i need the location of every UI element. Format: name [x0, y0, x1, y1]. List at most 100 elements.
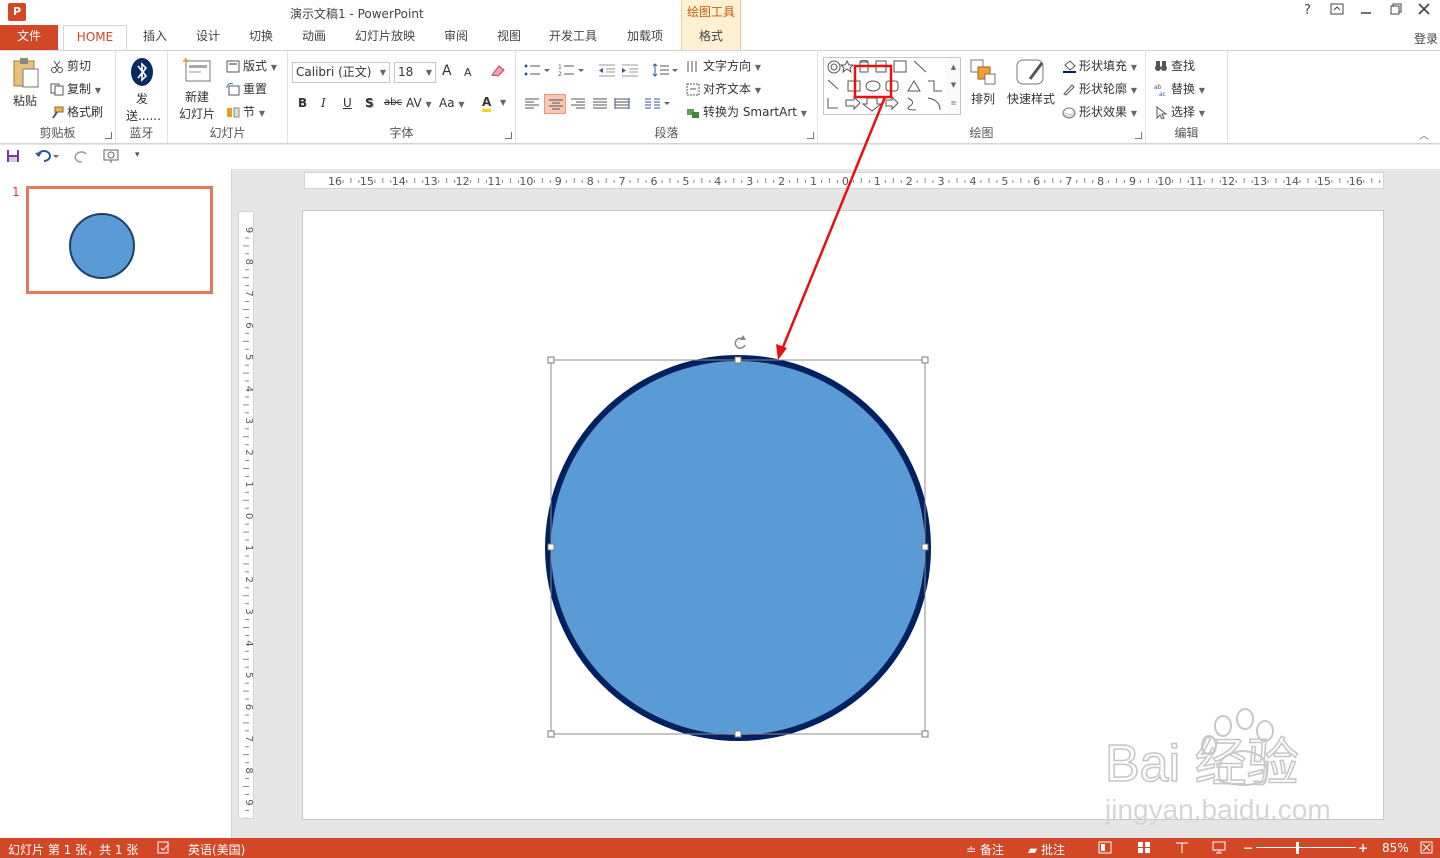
slideshow-from-start-icon[interactable]: [102, 148, 122, 167]
notes-button[interactable]: ≐ 备注: [966, 841, 1004, 858]
undo-icon[interactable]: [34, 148, 60, 167]
collapse-ribbon-icon[interactable]: ︿: [1419, 127, 1429, 142]
replace-button[interactable]: ab ac 替换 ▼: [1154, 80, 1205, 98]
reset-button[interactable]: 重置: [226, 80, 267, 97]
horizontal-ruler[interactable]: 16 15 14 13 12 11 10 9 8 7 6 5 4 3 2 1 0 1 2 3 4 5 6 7 8 9 10 11 12 1…: [304, 172, 1384, 189]
shape-fill-button[interactable]: 形状填充 ▼: [1062, 57, 1137, 74]
justify-icon[interactable]: [592, 97, 608, 113]
circle-shape[interactable]: [551, 361, 925, 735]
text-direction-button[interactable]: 文字方向 ▼: [686, 57, 761, 74]
arrange-button[interactable]: 排列: [966, 57, 1000, 107]
font-size-select[interactable]: 18 ▼: [394, 62, 436, 83]
change-case-button[interactable]: Aa ▼: [439, 96, 465, 110]
resize-handle-s[interactable]: [734, 730, 742, 738]
save-icon[interactable]: [6, 149, 20, 166]
quick-styles-button[interactable]: 快速样式: [1004, 57, 1058, 107]
resize-handle-w[interactable]: [547, 543, 555, 551]
resize-handle-e[interactable]: [921, 543, 929, 551]
tab-home[interactable]: HOME: [63, 25, 127, 51]
minimize-button[interactable]: [1360, 3, 1372, 19]
new-slide-button[interactable]: 新建 幻灯片: [174, 57, 220, 122]
normal-view-icon[interactable]: [1098, 841, 1112, 857]
language-indicator[interactable]: 英语(美国): [188, 841, 245, 858]
align-center-icon[interactable]: [544, 94, 566, 114]
shape-gallery[interactable]: [823, 57, 948, 115]
copy-button[interactable]: 复制 ▼: [50, 80, 101, 97]
bullets-icon[interactable]: [524, 63, 550, 80]
zoom-slider-thumb[interactable]: [1296, 842, 1299, 854]
slide-sorter-icon[interactable]: [1137, 841, 1151, 857]
select-button[interactable]: 选择 ▼: [1154, 103, 1205, 120]
powerpoint-icon[interactable]: P: [8, 3, 26, 21]
reading-view-icon[interactable]: [1175, 841, 1189, 857]
slideshow-icon[interactable]: [1212, 841, 1226, 857]
decrease-indent-icon[interactable]: [598, 63, 616, 80]
shrink-font-button[interactable]: A: [464, 66, 472, 79]
tab-animations[interactable]: 动画: [293, 25, 335, 50]
align-left-icon[interactable]: [524, 97, 540, 113]
paragraph-launcher-icon[interactable]: [807, 132, 814, 139]
chevron-down-icon[interactable]: ▼: [500, 98, 506, 107]
zoom-out-button[interactable]: −: [1243, 841, 1253, 855]
shape-effects-button[interactable]: 形状效果 ▼: [1062, 103, 1137, 120]
section-button[interactable]: 节 ▼: [226, 103, 265, 120]
comments-button[interactable]: ▰ 批注: [1028, 841, 1065, 858]
spellcheck-icon[interactable]: [157, 841, 171, 857]
vertical-ruler[interactable]: 9 8 7 6 5 4 3 2 1 0 1 2 3 4 5 6 7 8 9: [238, 211, 254, 827]
zoom-in-button[interactable]: +: [1358, 841, 1368, 855]
find-button[interactable]: 查找: [1154, 57, 1195, 74]
chevron-up-icon[interactable]: ▲: [947, 58, 960, 76]
resize-handle-nw[interactable]: [547, 356, 555, 364]
columns-icon[interactable]: [644, 97, 670, 113]
tab-insert[interactable]: 插入: [134, 25, 176, 50]
numbering-icon[interactable]: 12: [558, 63, 584, 80]
font-color-button[interactable]: A: [482, 95, 492, 112]
tab-review[interactable]: 审阅: [435, 25, 477, 50]
resize-handle-sw[interactable]: [547, 730, 555, 738]
align-text-button[interactable]: 对齐文本 ▼: [686, 80, 761, 97]
resize-handle-n[interactable]: [734, 356, 742, 364]
shape-outline-button[interactable]: 形状轮廓 ▼: [1062, 80, 1137, 97]
underline-button[interactable]: U: [343, 96, 352, 110]
gallery-scrollbar[interactable]: ▲ ▼ ≡: [947, 57, 961, 115]
cut-button[interactable]: 剪切: [50, 57, 91, 74]
tab-developer[interactable]: 开发工具: [540, 25, 606, 50]
rotate-handle-icon[interactable]: [734, 335, 746, 349]
zoom-slider[interactable]: [1256, 847, 1356, 848]
shadow-button[interactable]: S: [365, 96, 374, 110]
bold-button[interactable]: B: [298, 96, 307, 110]
customize-qat-icon[interactable]: ▾: [135, 150, 140, 160]
tab-view[interactable]: 视图: [488, 25, 530, 50]
clipboard-launcher-icon[interactable]: [105, 132, 112, 139]
tab-slideshow[interactable]: 幻灯片放映: [346, 25, 424, 50]
resize-handle-ne[interactable]: [921, 356, 929, 364]
font-launcher-icon[interactable]: [505, 132, 512, 139]
close-button[interactable]: [1418, 3, 1430, 19]
tab-format[interactable]: 格式: [681, 25, 741, 50]
strikethrough-button[interactable]: abc: [384, 97, 402, 108]
tab-transitions[interactable]: 切换: [240, 25, 282, 50]
slide-thumbnail[interactable]: [26, 186, 213, 294]
restore-button[interactable]: [1390, 3, 1402, 19]
clear-format-icon[interactable]: [490, 63, 506, 80]
gallery-more-icon[interactable]: ≡: [947, 94, 960, 112]
char-spacing-button[interactable]: AV ▼: [406, 96, 432, 110]
fit-to-window-icon[interactable]: [1420, 841, 1433, 857]
login-link[interactable]: 登录: [1414, 30, 1438, 47]
layout-button[interactable]: 版式 ▼: [226, 57, 277, 74]
italic-button[interactable]: I: [321, 96, 326, 110]
drawing-launcher-icon[interactable]: [1135, 132, 1142, 139]
format-painter-button[interactable]: 格式刷: [50, 103, 103, 120]
bluetooth-send-button[interactable]: 发 送......: [126, 57, 161, 124]
chevron-down-icon[interactable]: ▼: [947, 76, 960, 94]
redo-icon[interactable]: [74, 148, 90, 167]
font-name-select[interactable]: Calibri (正文) ▼: [292, 62, 390, 83]
align-right-icon[interactable]: [570, 97, 586, 113]
slide-canvas[interactable]: Bai 经验 jingyan.baidu.com: [302, 210, 1384, 825]
paste-button[interactable]: 粘贴: [8, 57, 42, 109]
smartart-button[interactable]: 转换为 SmartArt ▼: [686, 103, 807, 120]
resize-handle-se[interactable]: [921, 730, 929, 738]
tab-file[interactable]: 文件: [0, 25, 58, 50]
help-button[interactable]: ?: [1304, 3, 1311, 18]
distributed-icon[interactable]: [614, 97, 630, 113]
